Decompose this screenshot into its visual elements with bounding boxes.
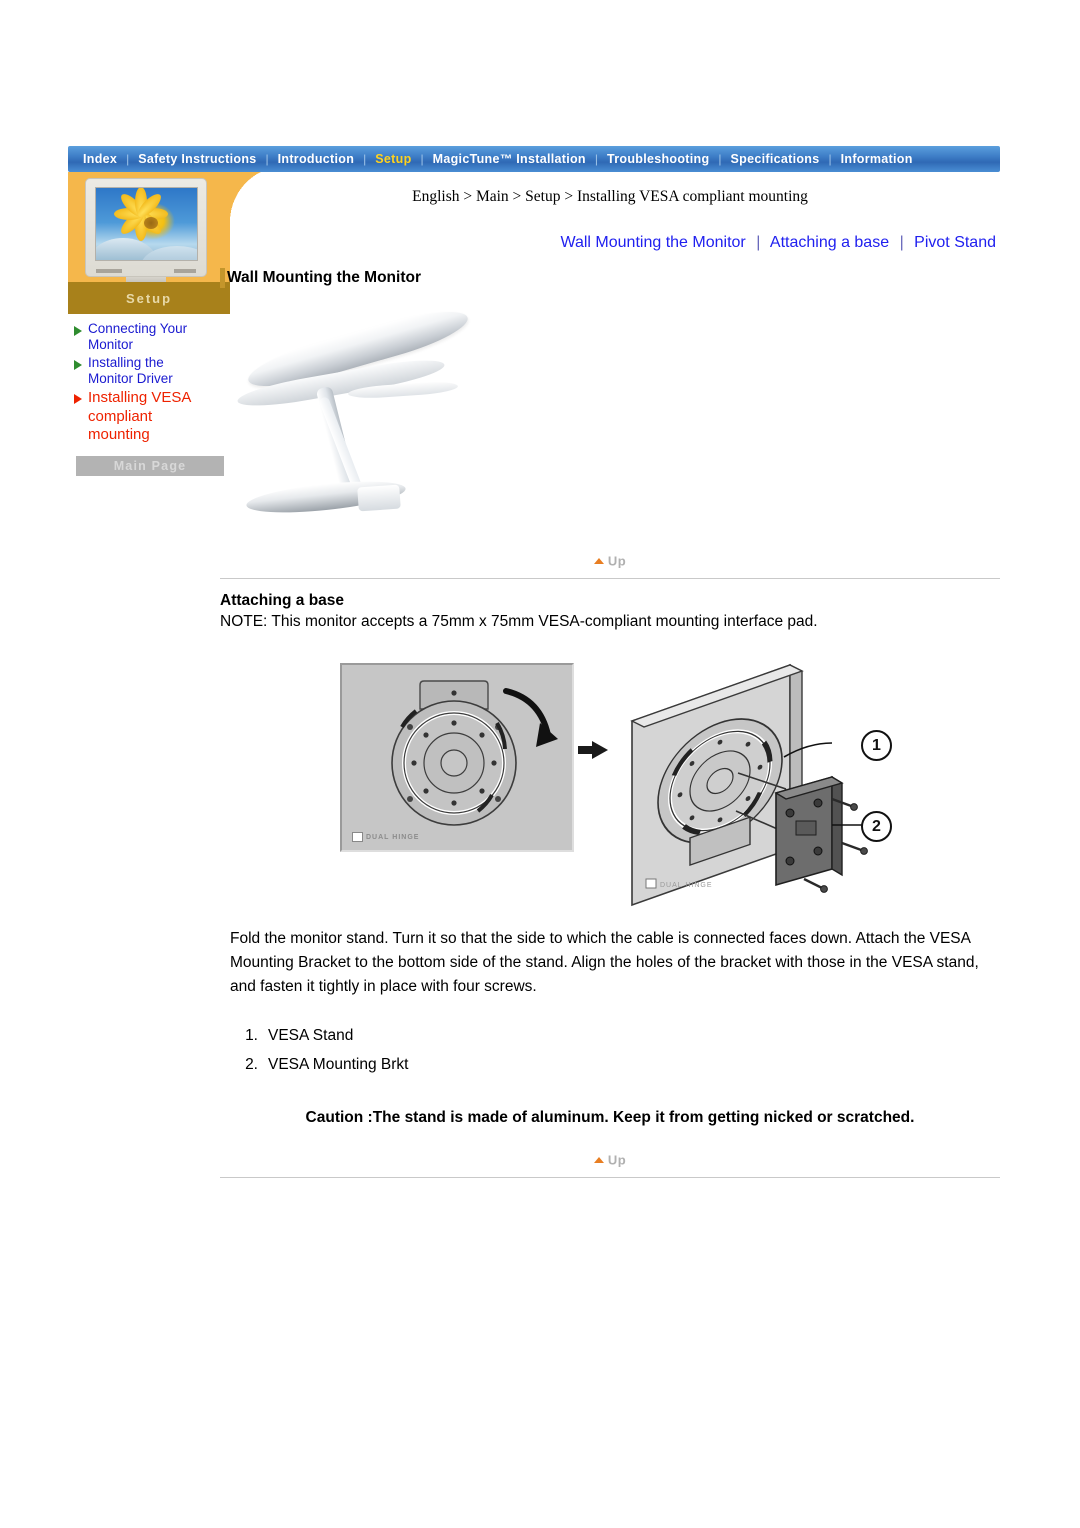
sidebar-section-banner: Setup — [68, 282, 230, 314]
part-number: 2. — [245, 1056, 258, 1073]
vesa-note-text: NOTE: This monitor accepts a 75mm x 75mm… — [220, 613, 818, 630]
breadcrumb: English > Main > Setup > Installing VESA… — [412, 188, 808, 205]
nav-item-introduction[interactable]: Introduction — [269, 146, 364, 172]
sidebar-item-connecting-your-monitor[interactable]: Connecting Your Monitor — [68, 320, 230, 354]
up-link-top[interactable]: Up — [220, 552, 1000, 568]
up-link-label: Up — [607, 553, 627, 569]
section-subnav: Wall Mounting the Monitor | Attaching a … — [220, 234, 1000, 252]
up-link-bottom[interactable]: Up — [220, 1151, 1000, 1167]
assembly-instructions-text: Fold the monitor stand. Turn it so that … — [230, 930, 979, 995]
caution-text: Caution :The stand is made of aluminum. … — [305, 1109, 915, 1126]
subnav-separator: | — [756, 234, 761, 251]
part-number: 1. — [245, 1027, 258, 1044]
sidebar-item-installing-vesa-compliant-mounting[interactable]: Installing VESA compliant mounting — [68, 388, 230, 446]
sidebar: Setup Connecting Your Monitor Installing… — [68, 172, 286, 476]
divider-rule — [220, 1177, 1000, 1178]
vesa-bracket-perspective-panel: DUAL HINGE 1 2 — [618, 653, 898, 908]
folded-stand-photo — [230, 301, 490, 534]
sidebar-item-label: Connecting Your Monitor — [88, 321, 188, 352]
svg-text:DUAL HINGE: DUAL HINGE — [660, 882, 713, 889]
part-label: VESA Mounting Brkt — [268, 1056, 409, 1073]
nav-item-index[interactable]: Index — [74, 146, 126, 172]
vesa-assembly-figure: DUAL HINGE DUAL HINGE 1 2 — [220, 653, 1000, 913]
vesa-stand-top-view-drawing — [391, 680, 558, 826]
up-link-label: Up — [607, 1152, 627, 1168]
triangle-bullet-icon — [74, 360, 82, 370]
monitor-screen-image — [95, 187, 198, 261]
monitor-brand-mark — [96, 269, 122, 273]
parts-list: 1. VESA Stand 2. VESA Mounting Brkt — [220, 1021, 1000, 1079]
nav-item-information[interactable]: Information — [832, 146, 922, 172]
main-content: English > Main > Setup > Installing VESA… — [220, 180, 1000, 1178]
sidebar-banner: Setup — [68, 172, 286, 314]
transition-arrow-icon — [592, 741, 608, 759]
nav-item-setup[interactable]: Setup — [366, 146, 420, 172]
vesa-bracket-perspective-drawing: DUAL HINGE — [630, 663, 868, 907]
monitor-illustration — [85, 178, 207, 297]
nav-item-specifications[interactable]: Specifications — [722, 146, 829, 172]
dual-hinge-label: DUAL HINGE — [366, 833, 420, 841]
subnav-link-attaching-a-base[interactable]: Attaching a base — [770, 234, 889, 251]
callout-2: 2 — [861, 811, 892, 842]
main-page-button-label: Main Page — [113, 458, 187, 473]
section-heading-attaching-a-base: Attaching a base — [220, 592, 345, 609]
sidebar-item-installing-the-monitor-driver[interactable]: Installing the Monitor Driver — [68, 354, 230, 388]
part-label: VESA Stand — [268, 1027, 354, 1044]
dual-hinge-mark-icon — [352, 832, 363, 842]
top-navigation-bar: Index | Safety Instructions | Introducti… — [68, 146, 1000, 172]
stand-base-block — [357, 484, 401, 512]
subnav-link-wall-mounting[interactable]: Wall Mounting the Monitor — [560, 234, 745, 251]
sidebar-item-label: Installing VESA compliant mounting — [88, 389, 191, 443]
monitor-bezel — [85, 178, 207, 277]
monitor-model-mark — [174, 269, 196, 273]
nav-item-troubleshooting[interactable]: Troubleshooting — [598, 146, 718, 172]
nav-item-magictune-installation[interactable]: MagicTune™ Installation — [424, 146, 595, 172]
subnav-link-pivot-stand[interactable]: Pivot Stand — [914, 234, 996, 251]
up-arrow-icon — [593, 557, 604, 564]
main-page-button[interactable]: Main Page — [76, 455, 224, 476]
nav-item-safety-instructions[interactable]: Safety Instructions — [129, 146, 265, 172]
callout-1: 1 — [861, 730, 892, 761]
divider-rule — [220, 578, 1000, 579]
section-heading-wall-mounting: Wall Mounting the Monitor — [220, 268, 1000, 288]
sidebar-item-label: Installing the Monitor Driver — [88, 355, 173, 386]
sidebar-link-list: Connecting Your Monitor Installing the M… — [68, 314, 230, 446]
list-item: 1. VESA Stand — [230, 1021, 1000, 1050]
sidebar-section-label: Setup — [125, 290, 173, 306]
dual-hinge-logo: DUAL HINGE — [352, 832, 419, 842]
list-item: 2. VESA Mounting Brkt — [230, 1050, 1000, 1079]
triangle-bullet-icon — [74, 394, 82, 404]
subnav-separator: | — [899, 234, 904, 251]
vesa-stand-top-view-panel: DUAL HINGE — [340, 663, 574, 852]
triangle-bullet-icon — [74, 326, 82, 336]
up-arrow-icon — [593, 1156, 604, 1163]
